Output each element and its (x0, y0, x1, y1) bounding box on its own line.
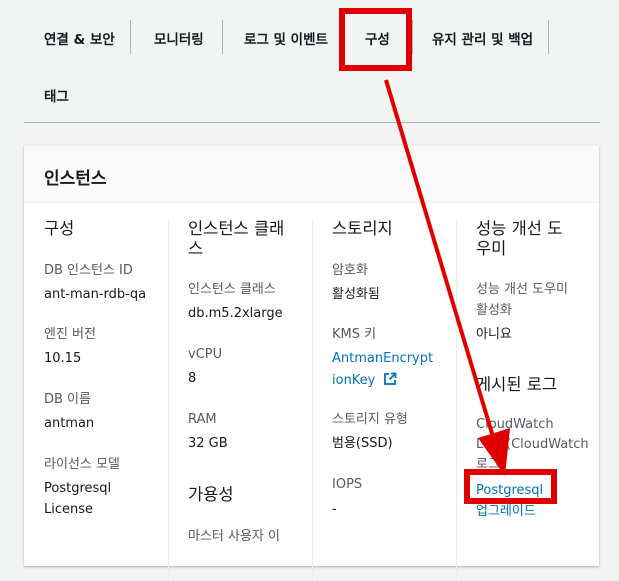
annotation-arrow (384, 79, 510, 476)
arrow-head-icon (478, 428, 510, 476)
